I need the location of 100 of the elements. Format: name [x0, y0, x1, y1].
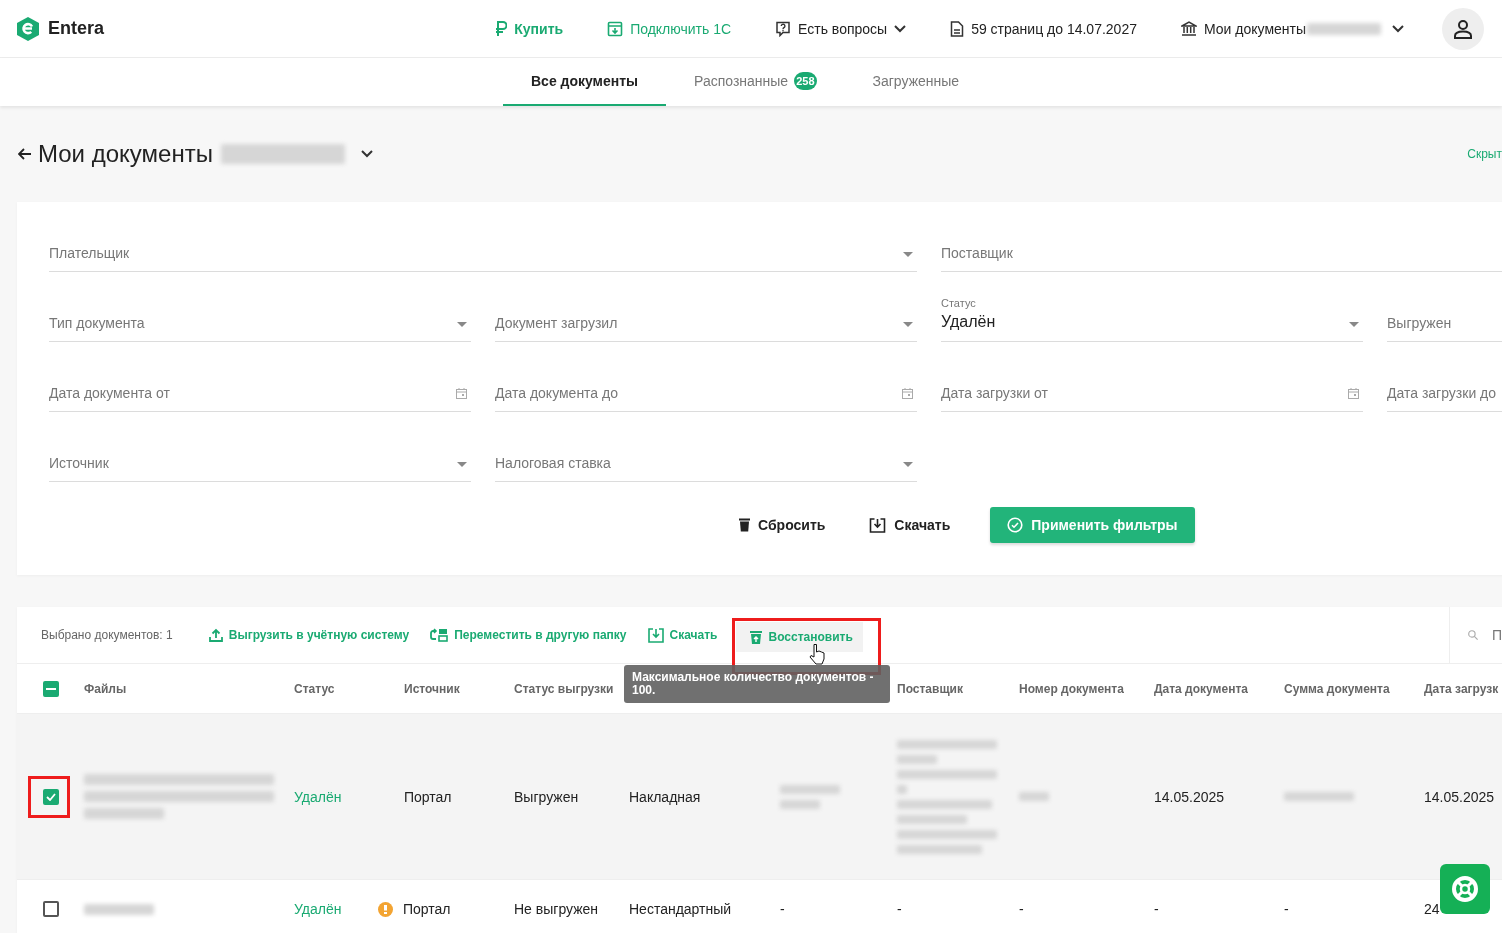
blurred-text — [84, 903, 154, 915]
check-icon — [45, 792, 56, 801]
logo-text: Entera — [48, 18, 105, 39]
apply-filters-button[interactable]: Применить фильтры — [990, 507, 1195, 543]
dropdown-arrow-icon — [457, 322, 467, 327]
blurred-text — [1019, 792, 1049, 801]
lifebuoy-icon — [1451, 875, 1479, 903]
column-header[interactable]: Источник — [404, 681, 460, 696]
dropdown-arrow-icon — [903, 252, 913, 257]
table-cell: - — [1019, 901, 1024, 917]
dropdown-field[interactable]: Документ загрузил — [495, 290, 917, 342]
dropdown-arrow-icon — [457, 462, 467, 467]
table-cell: Не выгружен — [514, 901, 599, 917]
column-header[interactable]: Статус выгрузки — [514, 681, 614, 696]
hide-link[interactable]: Скрыт — [1467, 147, 1502, 161]
table-cell: - — [1284, 901, 1289, 917]
download-icon — [869, 517, 887, 533]
column-header[interactable]: Файлы — [84, 681, 127, 696]
reset-button[interactable]: Сбросить — [717, 509, 848, 541]
chevron-down-icon — [894, 24, 907, 33]
select-all-checkbox[interactable] — [42, 680, 59, 697]
dropdown-arrow-icon — [903, 462, 913, 467]
dropdown-field[interactable]: Налоговая ставка — [495, 430, 917, 482]
blurred-text — [1284, 792, 1354, 801]
column-header[interactable]: Поставщик — [897, 681, 963, 696]
dropdown-field[interactable]: Источник — [49, 430, 471, 482]
menu-link[interactable]: Есть вопросы — [798, 20, 888, 37]
table-cell: Нестандартный — [629, 901, 732, 917]
download-box-icon — [607, 20, 624, 37]
input-field[interactable]: Дата загрузки до — [1387, 360, 1502, 412]
table-cell: - — [1154, 901, 1159, 917]
table-cell: 14.05.2025 — [1424, 788, 1495, 805]
ruble-icon — [495, 20, 508, 37]
table-cell: Выгружен — [514, 788, 579, 805]
upload-icon — [208, 628, 223, 642]
hand-cursor-icon — [809, 643, 825, 665]
page-title: Мои документы — [38, 140, 213, 168]
dropdown-field[interactable]: Статус Удалён — [941, 290, 1363, 342]
download-button[interactable]: Скачать — [847, 509, 973, 541]
trash-restore-icon — [750, 629, 763, 644]
pages-info: 59 страниц до 14.07.2027 — [971, 20, 1137, 37]
dropdown-field[interactable]: Тип документа — [49, 290, 471, 342]
dropdown-arrow-icon — [903, 322, 913, 327]
date-field[interactable]: Дата документа от — [49, 360, 471, 412]
connect-link[interactable]: Подключить 1С — [630, 20, 732, 37]
column-header[interactable]: Дата документа — [1154, 681, 1248, 696]
tab[interactable]: Распознанные 258 — [666, 58, 845, 106]
tab[interactable]: Все документы — [503, 58, 667, 106]
column-header[interactable]: Сумма документа — [1284, 681, 1390, 696]
chevron-down-icon — [360, 150, 373, 158]
selected-count: Выбрано документов: 1 — [41, 628, 173, 642]
status-text: Удалён — [294, 788, 342, 805]
calendar-icon — [902, 388, 913, 399]
logo-icon — [17, 16, 39, 41]
download-icon — [647, 627, 664, 643]
toolbar-action[interactable]: Переместить в другую папку — [420, 622, 637, 648]
search-icon — [1468, 628, 1478, 642]
calendar-icon — [1348, 388, 1359, 399]
table-cell: Накладная — [629, 788, 701, 805]
row-checkbox[interactable] — [42, 901, 59, 917]
avatar-button[interactable] — [1442, 7, 1484, 50]
tab[interactable]: Загруженные — [844, 58, 988, 106]
table-cell: Портал — [403, 901, 451, 917]
input-field[interactable]: Выгружен — [1387, 290, 1502, 342]
user-icon — [1453, 18, 1473, 39]
bank-icon — [1181, 20, 1197, 37]
trash-icon — [739, 518, 750, 532]
support-button[interactable] — [1440, 864, 1490, 914]
column-header[interactable]: Номер документа — [1019, 681, 1124, 696]
date-field[interactable]: Дата загрузки от — [941, 360, 1363, 412]
count-badge: 258 — [794, 72, 817, 90]
input-field[interactable]: Поставщик — [941, 220, 1502, 272]
toolbar-action[interactable]: Восстановить — [736, 621, 863, 652]
table-cell: 14.05.2025 — [1154, 788, 1225, 805]
warning-icon — [378, 901, 393, 917]
document-icon — [950, 20, 965, 37]
table-cell: - — [780, 901, 785, 917]
menu-link[interactable]: Мои документы — [1204, 20, 1306, 37]
table-cell: - — [897, 901, 902, 917]
dropdown-field[interactable]: Плательщик — [49, 220, 917, 272]
tooltip: Максимальное количество документов - 100. — [624, 665, 890, 703]
chevron-down-icon — [1392, 24, 1404, 33]
check-circle-icon — [1007, 517, 1024, 533]
date-field[interactable]: Дата документа до — [495, 360, 917, 412]
question-icon — [775, 20, 792, 37]
table-cell: 24 — [1424, 901, 1440, 917]
dropdown-arrow-icon — [1349, 322, 1359, 327]
move-folder-icon — [430, 628, 449, 642]
back-arrow-icon[interactable] — [18, 148, 32, 160]
blurred-text — [780, 784, 840, 809]
toolbar-action[interactable]: Выгрузить в учётную систему — [198, 622, 420, 648]
column-header[interactable]: Статус — [294, 681, 335, 696]
table-cell: Портал — [404, 788, 452, 805]
search-field[interactable]: П — [1449, 607, 1502, 663]
calendar-icon — [456, 388, 467, 399]
toolbar-action[interactable]: Скачать — [637, 621, 728, 649]
column-header[interactable]: Дата загрузк — [1424, 681, 1499, 696]
row-checkbox[interactable] — [42, 788, 59, 805]
buy-link[interactable]: Купить — [514, 20, 564, 37]
minus-icon — [45, 687, 56, 690]
